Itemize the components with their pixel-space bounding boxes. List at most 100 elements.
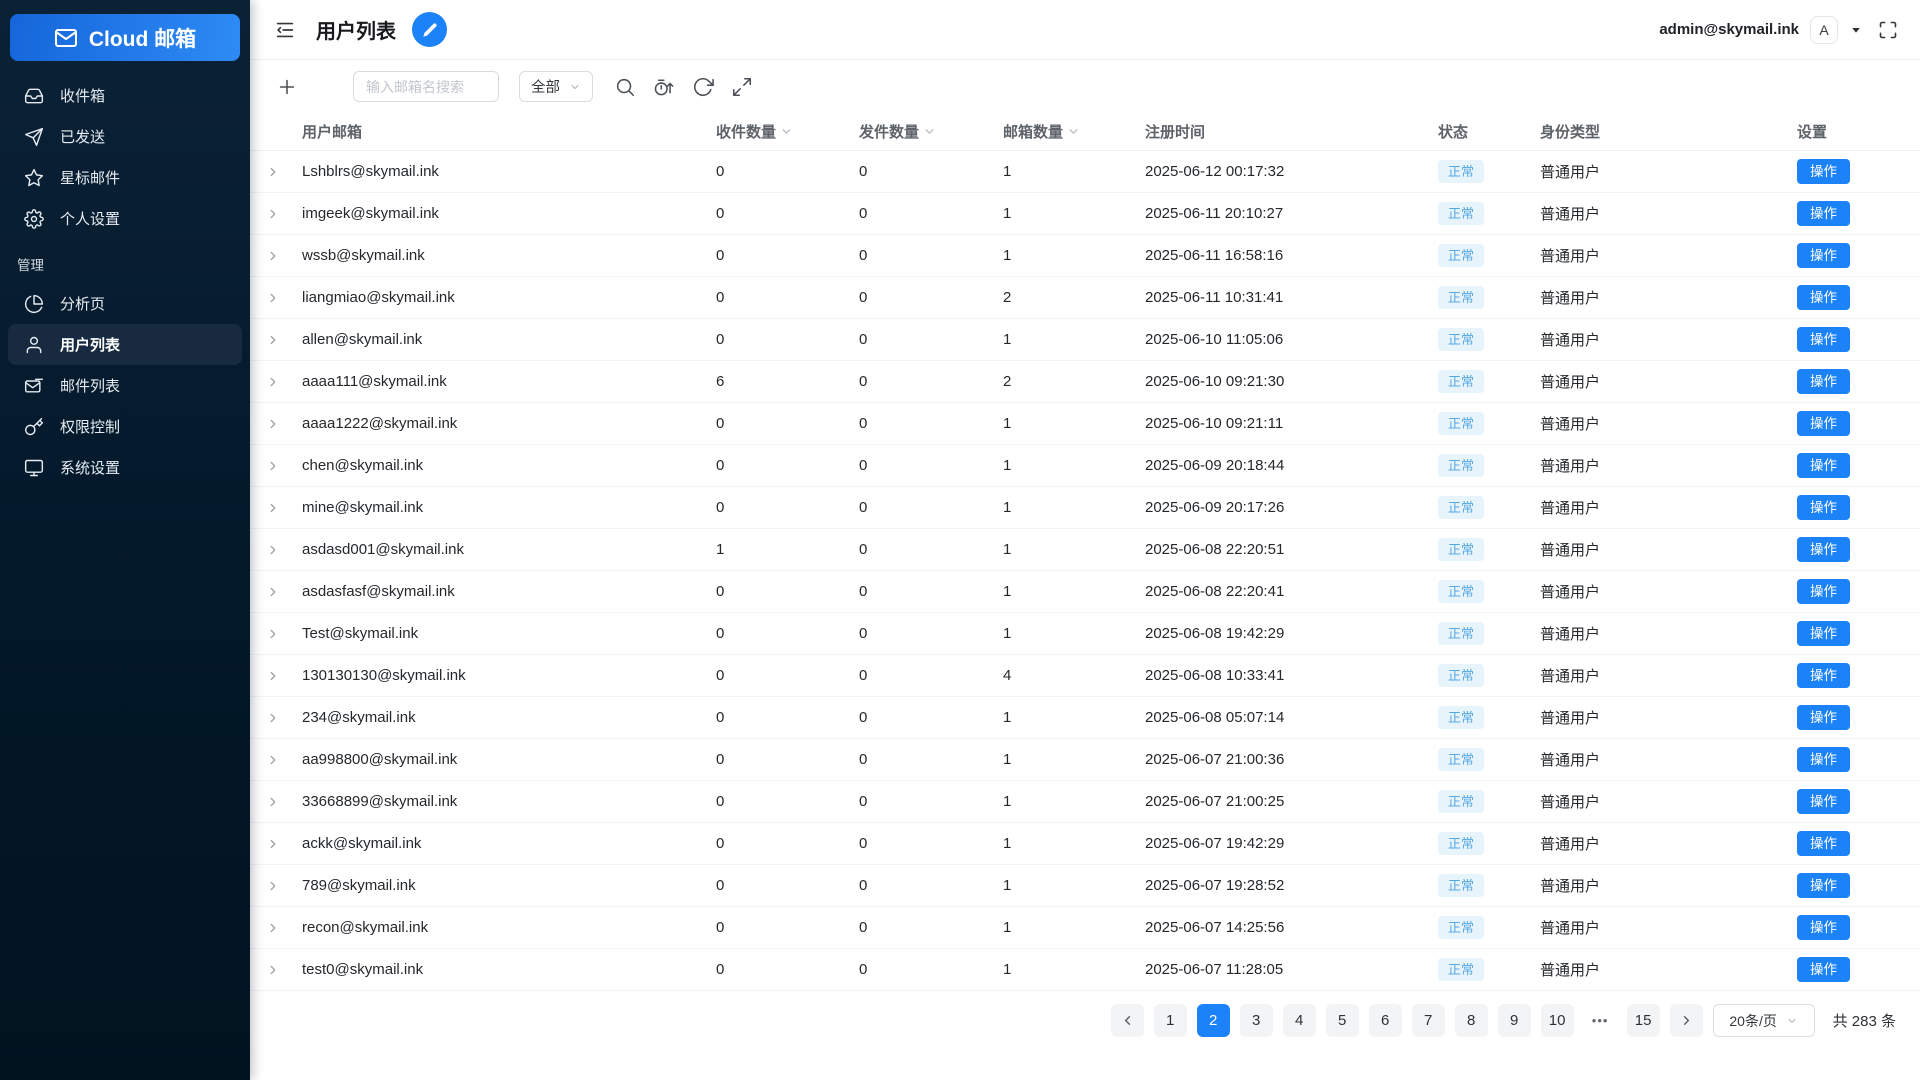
row-expand-chevron-icon[interactable] xyxy=(266,921,280,935)
user-icon xyxy=(24,335,44,355)
sent-count: 0 xyxy=(859,709,868,726)
menu-fold-icon[interactable] xyxy=(274,19,296,41)
action-button[interactable]: 操作 xyxy=(1797,536,1850,563)
action-button[interactable]: 操作 xyxy=(1797,368,1850,395)
row-expand-chevron-icon[interactable] xyxy=(266,585,280,599)
row-expand-chevron-icon[interactable] xyxy=(266,753,280,767)
page-button[interactable]: 10 xyxy=(1540,1004,1574,1037)
row-expand-chevron-icon[interactable] xyxy=(266,249,280,263)
row-expand-chevron-icon[interactable] xyxy=(266,459,280,473)
logo-button[interactable]: Cloud 邮箱 xyxy=(10,14,240,61)
action-button[interactable]: 操作 xyxy=(1797,326,1850,353)
action-button[interactable]: 操作 xyxy=(1797,284,1850,311)
search-icon[interactable] xyxy=(614,76,636,98)
row-expand-chevron-icon[interactable] xyxy=(266,627,280,641)
action-button[interactable]: 操作 xyxy=(1797,494,1850,521)
account-area: admin@skymail.ink A xyxy=(1659,15,1898,44)
row-expand-chevron-icon[interactable] xyxy=(266,879,280,893)
received-count: 0 xyxy=(716,163,725,180)
action-button[interactable]: 操作 xyxy=(1797,578,1850,605)
row-expand-chevron-icon[interactable] xyxy=(266,207,280,221)
action-button[interactable]: 操作 xyxy=(1797,746,1850,773)
filter-select[interactable]: 全部 xyxy=(519,71,593,102)
row-expand-chevron-icon[interactable] xyxy=(266,291,280,305)
column-header-role: 身份类型 xyxy=(1540,124,1601,141)
status-badge: 正常 xyxy=(1438,160,1485,183)
action-button[interactable]: 操作 xyxy=(1797,662,1850,689)
action-button[interactable]: 操作 xyxy=(1797,452,1850,479)
timer-sort-icon[interactable] xyxy=(653,76,675,98)
received-count: 0 xyxy=(716,499,725,516)
caret-down-icon[interactable] xyxy=(1849,23,1863,37)
row-expand-chevron-icon[interactable] xyxy=(266,711,280,725)
page-button[interactable]: 5 xyxy=(1325,1004,1359,1037)
row-expand-chevron-icon[interactable] xyxy=(266,837,280,851)
row-expand-chevron-icon[interactable] xyxy=(266,375,280,389)
sidebar-item-mail-list[interactable]: 邮件列表 xyxy=(8,365,242,406)
sidebar-item-inbox[interactable]: 收件箱 xyxy=(8,75,242,116)
sidebar-item-user-list[interactable]: 用户列表 xyxy=(8,324,242,365)
sort-caret-icon[interactable] xyxy=(923,125,936,138)
edit-title-button[interactable] xyxy=(412,12,447,47)
role-label: 普通用户 xyxy=(1540,920,1601,937)
row-expand-chevron-icon[interactable] xyxy=(266,165,280,179)
page-button[interactable]: 15 xyxy=(1626,1004,1660,1037)
row-expand-chevron-icon[interactable] xyxy=(266,669,280,683)
sort-caret-icon[interactable] xyxy=(1067,125,1080,138)
action-button[interactable]: 操作 xyxy=(1797,872,1850,899)
add-user-button[interactable] xyxy=(276,76,298,98)
action-button[interactable]: 操作 xyxy=(1797,788,1850,815)
row-expand-chevron-icon[interactable] xyxy=(266,417,280,431)
sidebar-item-personal-settings[interactable]: 个人设置 xyxy=(8,198,242,239)
sidebar-item-permissions[interactable]: 权限控制 xyxy=(8,406,242,447)
action-button[interactable]: 操作 xyxy=(1797,158,1850,185)
sidebar-item-system-settings[interactable]: 系统设置 xyxy=(8,447,242,488)
received-count: 0 xyxy=(716,331,725,348)
sent-count: 0 xyxy=(859,961,868,978)
sort-caret-icon[interactable] xyxy=(780,125,793,138)
search-input[interactable] xyxy=(353,71,499,102)
fullscreen-icon[interactable] xyxy=(1878,20,1898,40)
row-expand-chevron-icon[interactable] xyxy=(266,543,280,557)
page-size-select[interactable]: 20条/页 xyxy=(1712,1004,1815,1037)
page-button[interactable]: 2 xyxy=(1196,1004,1230,1037)
row-expand-chevron-icon[interactable] xyxy=(266,795,280,809)
row-expand-chevron-icon[interactable] xyxy=(266,501,280,515)
action-button[interactable]: 操作 xyxy=(1797,200,1850,227)
table-row: 130130130@skymail.ink 0 0 4 2025-06-08 1… xyxy=(250,655,1920,697)
action-button[interactable]: 操作 xyxy=(1797,704,1850,731)
page-button[interactable]: 7 xyxy=(1411,1004,1445,1037)
sidebar-item-starred[interactable]: 星标邮件 xyxy=(8,157,242,198)
next-page-button[interactable] xyxy=(1669,1004,1703,1037)
sidebar-item-analytics[interactable]: 分析页 xyxy=(8,283,242,324)
row-expand-chevron-icon[interactable] xyxy=(266,963,280,977)
prev-page-button[interactable] xyxy=(1110,1004,1144,1037)
avatar[interactable]: A xyxy=(1810,15,1838,44)
action-button[interactable]: 操作 xyxy=(1797,410,1850,437)
sidebar-item-sent[interactable]: 已发送 xyxy=(8,116,242,157)
user-email: liangmiao@skymail.ink xyxy=(302,289,455,306)
action-button[interactable]: 操作 xyxy=(1797,242,1850,269)
page-button[interactable]: 4 xyxy=(1282,1004,1316,1037)
page-button[interactable]: ••• xyxy=(1584,1004,1617,1037)
status-badge: 正常 xyxy=(1438,790,1485,813)
user-email: test0@skymail.ink xyxy=(302,961,424,978)
page-button[interactable]: 3 xyxy=(1239,1004,1273,1037)
page-button[interactable]: 1 xyxy=(1153,1004,1187,1037)
action-button[interactable]: 操作 xyxy=(1797,620,1850,647)
expand-icon[interactable] xyxy=(731,76,753,98)
page-button[interactable]: 8 xyxy=(1454,1004,1488,1037)
user-email: mine@skymail.ink xyxy=(302,499,424,516)
page-button[interactable]: 9 xyxy=(1497,1004,1531,1037)
action-button[interactable]: 操作 xyxy=(1797,956,1850,983)
row-expand-chevron-icon[interactable] xyxy=(266,333,280,347)
action-button[interactable]: 操作 xyxy=(1797,830,1850,857)
status-badge: 正常 xyxy=(1438,874,1485,897)
sent-count: 0 xyxy=(859,793,868,810)
action-button[interactable]: 操作 xyxy=(1797,914,1850,941)
page-button[interactable]: 6 xyxy=(1368,1004,1402,1037)
refresh-icon[interactable] xyxy=(692,76,714,98)
role-label: 普通用户 xyxy=(1540,878,1601,895)
user-email: aa998800@skymail.ink xyxy=(302,751,458,768)
user-email: ackk@skymail.ink xyxy=(302,835,422,852)
